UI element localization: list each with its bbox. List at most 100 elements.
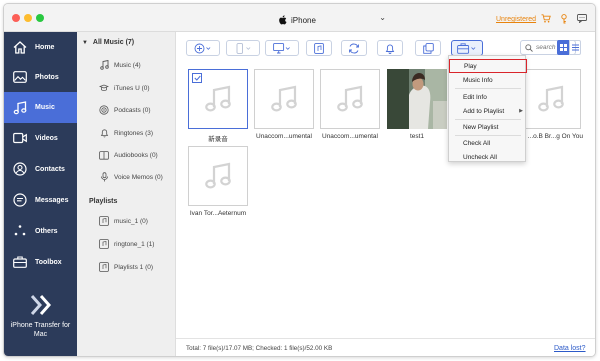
file-name: Unaccom...umental	[322, 133, 378, 140]
ringtone-maker-button[interactable]	[377, 40, 403, 56]
playlist-item[interactable]: music_1 (0)	[99, 214, 148, 228]
music-file-icon	[337, 85, 363, 112]
minimize-window-button[interactable]	[24, 14, 32, 22]
toolbox-icon	[457, 42, 476, 54]
submenu-arrow-icon: ▶	[519, 108, 523, 114]
add-button[interactable]	[186, 40, 220, 56]
toolbox-icon	[13, 255, 27, 269]
list-icon	[571, 44, 579, 51]
apple-icon	[279, 15, 287, 25]
close-window-button[interactable]	[12, 14, 20, 22]
device-selector[interactable]: iPhone ⌄	[278, 13, 386, 27]
key-icon[interactable]	[560, 14, 568, 26]
menu-item-play[interactable]: Play	[449, 59, 527, 73]
category-label: Music (4)	[114, 61, 141, 69]
sidebar-item-others[interactable]: Others	[4, 216, 77, 246]
sidebar-item-home[interactable]: Home	[4, 32, 77, 62]
add-icon	[194, 43, 211, 53]
playlist-icon	[99, 262, 109, 272]
category-music[interactable]: Music (4)	[99, 58, 141, 72]
playlist-label: music_1 (0)	[114, 217, 148, 225]
sidebar-item-photos[interactable]: Photos	[4, 62, 77, 92]
video-thumbnail[interactable]	[387, 69, 447, 129]
music-file-icon	[538, 85, 564, 112]
videos-icon	[13, 131, 27, 145]
title-bar: iPhone ⌄ Unregistered	[4, 4, 595, 32]
cart-icon[interactable]	[541, 14, 551, 25]
category-ringtones[interactable]: Ringtones (3)	[99, 126, 153, 140]
menu-item-new-playlist[interactable]: New Playlist	[449, 120, 527, 134]
sidebar-item-label: Toolbox	[35, 258, 62, 266]
main-sidebar: Home Photos Music Videos Contacts Messag…	[4, 32, 77, 356]
app-window: iPhone ⌄ Unregistered Home Photos Music	[3, 3, 596, 357]
playlist-item[interactable]: Playlists 1 (0)	[99, 260, 153, 274]
sidebar-item-contacts[interactable]: Contacts	[4, 154, 77, 184]
category-audiobooks[interactable]: Audiobooks (0)	[99, 148, 158, 162]
bell-icon	[99, 128, 109, 138]
checkmark-icon	[193, 75, 201, 81]
playlists-header: Playlists	[89, 198, 118, 205]
export-to-computer-button[interactable]	[265, 40, 299, 56]
unregistered-link[interactable]: Unregistered	[496, 16, 536, 23]
itunes-icon	[314, 42, 324, 54]
playlist-item[interactable]: ringtone_1 (1)	[99, 237, 154, 251]
music-file-icon	[271, 85, 297, 112]
toolbox-dropdown-menu: Play Music Info Edit Info Add to Playlis…	[448, 55, 527, 164]
music-file-icon	[205, 162, 231, 189]
file-tile[interactable]	[521, 69, 581, 129]
search-icon	[525, 43, 533, 52]
phone-export-icon	[236, 42, 251, 54]
export-to-itunes-button[interactable]	[306, 40, 332, 56]
music-icon	[13, 100, 27, 115]
sidebar-item-videos[interactable]: Videos	[4, 123, 77, 153]
category-label: Ringtones (3)	[114, 129, 154, 137]
category-itunes-u[interactable]: iTunes U (0)	[99, 81, 150, 95]
home-icon	[13, 40, 27, 54]
file-tile[interactable]	[254, 69, 314, 129]
category-label: Audiobooks (0)	[114, 151, 158, 159]
category-podcasts[interactable]: Podcasts (0)	[99, 103, 151, 117]
all-music-header[interactable]: ▼ All Music (7)	[82, 39, 134, 46]
chevron-down-icon: ⌄	[379, 13, 386, 22]
main-content: 新录音 Unaccom...umental Unaccom...umental …	[176, 32, 595, 356]
grid-view-button[interactable]	[557, 40, 569, 55]
category-voice-memos[interactable]: Voice Memos (0)	[99, 170, 163, 184]
bell-icon	[385, 44, 395, 54]
list-view-button[interactable]	[569, 40, 581, 55]
toolbar	[176, 32, 595, 65]
export-to-device-button[interactable]	[226, 40, 260, 56]
menu-item-uncheck-all[interactable]: Uncheck All	[449, 150, 527, 164]
file-tile[interactable]	[188, 146, 248, 206]
file-tile[interactable]	[188, 69, 248, 129]
data-lost-link[interactable]: Data lost?	[554, 345, 586, 352]
podcast-icon	[99, 105, 109, 115]
grid-icon	[559, 44, 567, 51]
file-tile[interactable]	[320, 69, 380, 129]
zoom-window-button[interactable]	[36, 14, 44, 22]
menu-item-music-info[interactable]: Music Info	[449, 73, 527, 87]
itunes-u-icon	[99, 83, 109, 93]
all-music-label: All Music (7)	[92, 39, 135, 46]
sidebar-item-music[interactable]: Music	[4, 92, 77, 123]
copy-button[interactable]	[415, 40, 441, 56]
logo-icon	[30, 295, 51, 315]
tile-checkbox[interactable]	[192, 73, 202, 83]
sidebar-item-messages[interactable]: Messages	[4, 185, 77, 215]
others-icon	[13, 224, 27, 238]
menu-item-edit-info[interactable]: Edit Info	[449, 90, 527, 104]
category-label: Voice Memos (0)	[114, 173, 163, 181]
file-name: ...o.B Br...g On You	[527, 133, 583, 140]
category-label: Podcasts (0)	[114, 106, 151, 114]
sidebar-item-toolbox[interactable]: Toolbox	[4, 247, 77, 277]
music-file-icon	[205, 85, 231, 112]
toolbox-menu-button[interactable]	[451, 40, 483, 56]
playlist-icon	[99, 216, 109, 226]
menu-item-add-to-playlist[interactable]: Add to Playlist ▶	[449, 104, 527, 118]
menu-item-check-all[interactable]: Check All	[449, 136, 527, 150]
sidebar-item-label: Contacts	[35, 165, 65, 173]
monitor-icon	[273, 42, 290, 53]
menu-separator	[455, 88, 521, 89]
category-panel: ▼ All Music (7) Music (4) iTunes U (0) P…	[77, 32, 176, 356]
refresh-button[interactable]	[341, 40, 367, 56]
feedback-icon[interactable]	[577, 14, 587, 25]
